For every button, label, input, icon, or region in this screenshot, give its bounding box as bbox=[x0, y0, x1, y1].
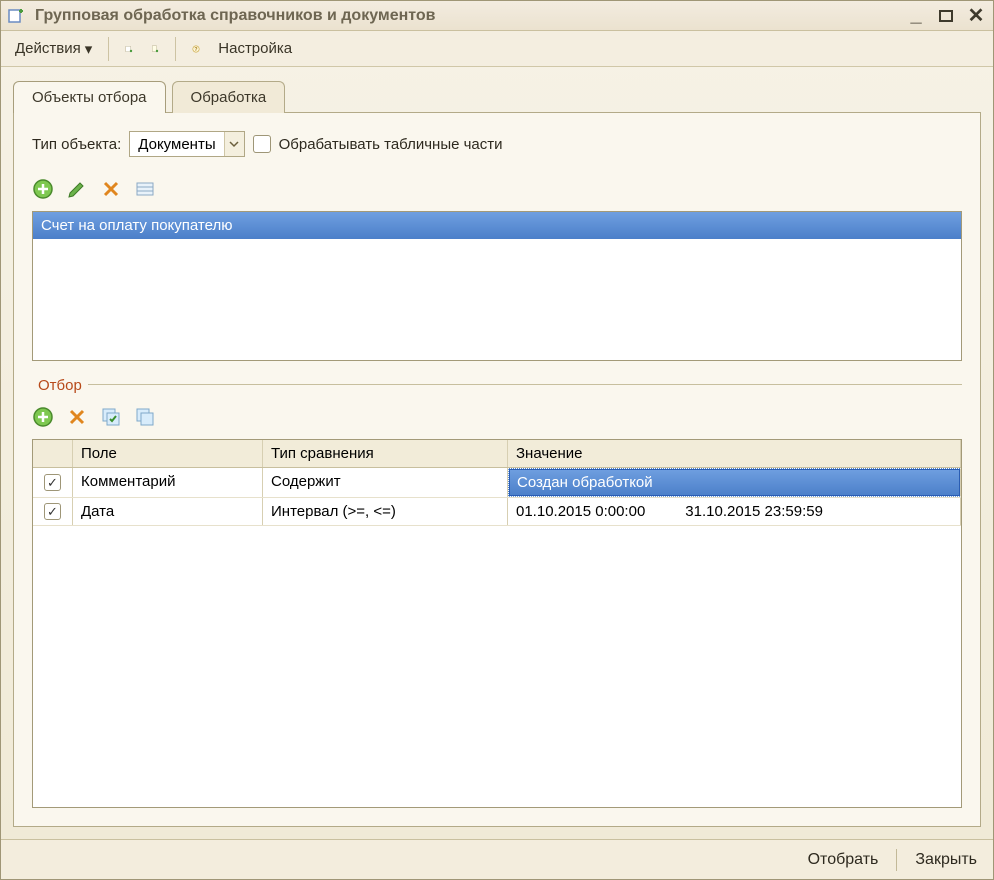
cell-value[interactable]: 01.10.2015 0:00:00 31.10.2015 23:59:59 bbox=[508, 498, 961, 525]
object-type-combo[interactable]: Документы bbox=[129, 131, 244, 157]
separator bbox=[896, 849, 897, 871]
filter-group: Поле Тип сравнения Значение ✓ Комментари… bbox=[32, 384, 962, 808]
grid-row[interactable]: ✓ Комментарий Содержит Создан обработкой bbox=[33, 468, 961, 498]
grid-row[interactable]: ✓ Дата Интервал (>=, <=) 01.10.2015 0:00… bbox=[33, 498, 961, 526]
help-button[interactable]: ? bbox=[186, 39, 206, 59]
cell-value[interactable]: Создан обработкой bbox=[508, 468, 961, 497]
cell-comparison[interactable]: Интервал (>=, <=) bbox=[263, 498, 508, 525]
close-button[interactable]: Закрыть bbox=[915, 851, 977, 869]
header-check bbox=[33, 440, 73, 467]
tab-row: Объекты отбора Обработка bbox=[13, 79, 981, 113]
grid-header: Поле Тип сравнения Значение bbox=[33, 440, 961, 468]
filter-group-label: Отбор bbox=[32, 377, 88, 394]
filter-toolbar bbox=[32, 403, 962, 431]
main-toolbar: Действия ▾ ? Настройка bbox=[1, 31, 993, 67]
minimize-button[interactable]: _ bbox=[905, 5, 927, 27]
row-checkbox[interactable]: ✓ bbox=[44, 474, 61, 491]
select-button[interactable]: Отобрать bbox=[808, 851, 879, 869]
actions-label: Действия bbox=[15, 40, 81, 57]
close-button[interactable]: ✕ bbox=[965, 5, 987, 27]
maximize-button[interactable] bbox=[935, 5, 957, 27]
separator bbox=[175, 37, 176, 61]
svg-text:?: ? bbox=[195, 47, 198, 53]
object-type-value: Документы bbox=[130, 136, 223, 153]
uncheck-all-icon[interactable] bbox=[134, 406, 156, 428]
content-area: Объекты отбора Обработка Тип объекта: До… bbox=[1, 67, 993, 839]
check-all-icon[interactable] bbox=[100, 406, 122, 428]
tab-selection-objects[interactable]: Объекты отбора bbox=[13, 81, 166, 113]
footer: Отобрать Закрыть bbox=[1, 839, 993, 879]
separator bbox=[108, 37, 109, 61]
filter-grid: Поле Тип сравнения Значение ✓ Комментари… bbox=[32, 439, 962, 808]
tab-panel: Тип объекта: Документы Обрабатывать табл… bbox=[13, 112, 981, 827]
titlebar: Групповая обработка справочников и докум… bbox=[1, 1, 993, 31]
cell-field[interactable]: Комментарий bbox=[73, 468, 263, 497]
header-field: Поле bbox=[73, 440, 263, 467]
date-to: 31.10.2015 23:59:59 bbox=[685, 503, 823, 520]
process-tabular-label: Обрабатывать табличные части bbox=[279, 136, 503, 153]
tab-processing[interactable]: Обработка bbox=[172, 81, 286, 113]
chevron-down-icon[interactable] bbox=[224, 132, 244, 156]
object-type-label: Тип объекта: bbox=[32, 136, 121, 153]
app-icon bbox=[7, 7, 25, 25]
detail-icon[interactable] bbox=[134, 178, 156, 200]
toolbar-icon-1[interactable] bbox=[119, 39, 139, 59]
settings-label: Настройка bbox=[218, 40, 292, 57]
list-item[interactable]: Счет на оплату покупателю bbox=[33, 212, 961, 239]
list-toolbar bbox=[32, 175, 962, 203]
main-window: Групповая обработка справочников и докум… bbox=[0, 0, 994, 880]
delete-icon[interactable] bbox=[66, 406, 88, 428]
cell-field[interactable]: Дата bbox=[73, 498, 263, 525]
add-icon[interactable] bbox=[32, 178, 54, 200]
object-list[interactable]: Счет на оплату покупателю bbox=[32, 211, 962, 361]
date-from: 01.10.2015 0:00:00 bbox=[516, 503, 645, 520]
row-checkbox[interactable]: ✓ bbox=[44, 503, 61, 520]
edit-icon[interactable] bbox=[66, 178, 88, 200]
settings-button[interactable]: Настройка bbox=[212, 38, 298, 59]
object-type-row: Тип объекта: Документы Обрабатывать табл… bbox=[32, 131, 962, 157]
process-tabular-checkbox[interactable] bbox=[253, 135, 271, 153]
cell-comparison[interactable]: Содержит bbox=[263, 468, 508, 497]
header-comparison: Тип сравнения bbox=[263, 440, 508, 467]
add-icon[interactable] bbox=[32, 406, 54, 428]
actions-menu[interactable]: Действия ▾ bbox=[9, 38, 98, 60]
toolbar-icon-2[interactable] bbox=[145, 39, 165, 59]
header-value: Значение bbox=[508, 440, 961, 467]
window-title: Групповая обработка справочников и докум… bbox=[35, 7, 897, 25]
dropdown-icon: ▾ bbox=[85, 40, 93, 58]
delete-icon[interactable] bbox=[100, 178, 122, 200]
